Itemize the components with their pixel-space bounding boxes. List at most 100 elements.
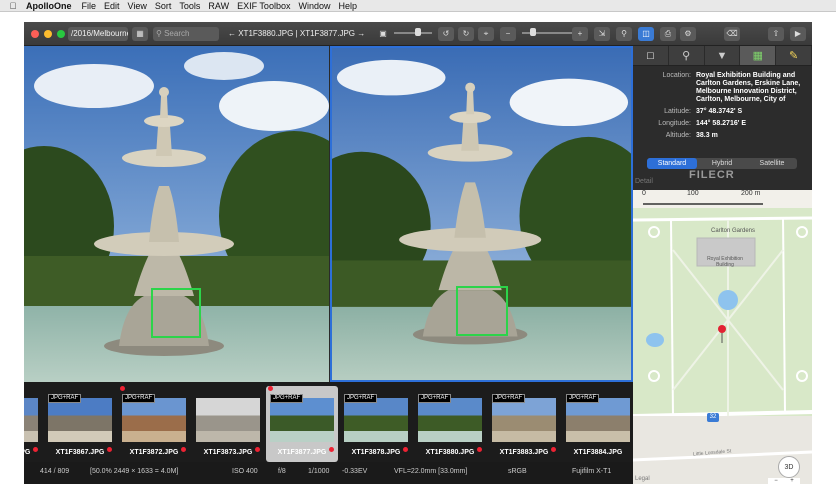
zoom-tool-icon[interactable]: ⚲ — [616, 27, 632, 41]
filmstrip-thumb[interactable]: JPG+RAF XT1F3877.JPG — [266, 386, 338, 462]
apple-icon[interactable]:  — [0, 1, 26, 11]
tab-document-icon[interactable]: □ — [633, 46, 669, 65]
minimize-window-button[interactable] — [44, 29, 52, 38]
zoom-in-icon[interactable]: + — [572, 27, 588, 41]
status-focal: VFL=22.0mm [33.0mm] — [394, 468, 468, 475]
filmstrip-thumb[interactable]: JPG+RAF XT1F3884.JPG — [562, 386, 633, 462]
settings-icon[interactable]: ⚙ — [680, 27, 696, 41]
filmstrip-thumb[interactable]: XT1F3873.JPG — [192, 386, 264, 462]
thumbnail-image — [196, 398, 260, 442]
map-3d-button[interactable]: 3D — [778, 456, 800, 478]
fit-screen-icon[interactable]: ⇲ — [594, 27, 610, 41]
close-window-button[interactable] — [31, 29, 39, 38]
tab-search-icon[interactable]: ⚲ — [669, 46, 705, 65]
menu-app[interactable]: ApolloOne — [26, 1, 82, 11]
thumbnail-image — [270, 398, 334, 442]
filmstrip-thumb[interactable]: JPG+RAF XT1F3867.JPG — [44, 386, 116, 462]
grid-view-icon[interactable]: ▦ — [132, 27, 148, 41]
share-icon[interactable]: ⇧ — [768, 27, 784, 41]
crop-icon[interactable]: ⌖ — [478, 27, 494, 41]
detail-tab[interactable]: Detail — [635, 178, 653, 185]
location-pin-icon — [329, 447, 334, 452]
map-mode-standard[interactable]: Standard — [647, 158, 697, 169]
status-iso: ISO 400 — [232, 468, 258, 475]
status-aperture: f/8 — [278, 468, 286, 475]
thumbnail-image — [492, 398, 556, 442]
brightness-slider[interactable] — [394, 32, 432, 34]
export-icon[interactable]: ⎙ — [660, 27, 676, 41]
menu-view[interactable]: View — [128, 1, 155, 11]
tab-map-icon[interactable]: ▦ — [740, 46, 777, 65]
toolbar: /2016/Melbourne ▦ ⚲ Search ← XT1F3880.JP… — [24, 22, 812, 46]
zoom-out-icon[interactable]: − — [500, 27, 516, 41]
filmstrip-thumb[interactable]: XT1F3866.JPG — [24, 386, 42, 462]
rotate-left-icon[interactable]: ↺ — [438, 27, 454, 41]
menu-exif-toolbox[interactable]: EXIF Toolbox — [237, 1, 298, 11]
map-label-gardens: Carlton Gardens — [711, 228, 756, 234]
filmstrip-thumb[interactable]: JPG+RAF XT1F3883.JPG — [488, 386, 560, 462]
scale-zero: 0 — [642, 190, 646, 197]
format-badge: JPG+RAF — [344, 394, 378, 403]
search-input[interactable]: ⚲ Search — [153, 27, 219, 41]
location-map[interactable]: 0 100 200 m Carlton Gardens Royal Exhibi… — [633, 190, 812, 484]
map-zoom-out-button[interactable]: − — [774, 478, 778, 484]
inspector-panel: □ ⚲ ▼ ▦ ✎ Location: Royal Exhibition Bui… — [633, 46, 812, 484]
thumbnail-image — [122, 398, 186, 442]
slideshow-icon[interactable]: ▶ — [790, 27, 806, 41]
thumbnail-image — [344, 398, 408, 442]
status-camera: Fujifilm X-T1 — [572, 468, 612, 475]
status-colorspace: sRGB — [508, 468, 527, 475]
zoom-window-button[interactable] — [57, 29, 65, 38]
location-pin-icon — [477, 447, 482, 452]
map-mode-satellite[interactable]: Satellite — [747, 158, 797, 169]
tab-filter-icon[interactable]: ▼ — [705, 46, 741, 65]
filmstrip-thumb[interactable]: JPG+RAF XT1F3878.JPG — [340, 386, 412, 462]
status-dimensions: [50.0% 2449 × 1633 = 4.0M] — [90, 468, 179, 475]
map-legal-link[interactable]: Legal — [635, 476, 650, 482]
thumbnail-filename: XT1F3877.JPG — [277, 449, 327, 456]
thumbnail-filename: XT1F3884.JPG — [573, 449, 623, 456]
location-pin-icon — [107, 447, 112, 452]
scale-mid: 100 — [687, 190, 699, 197]
filmstrip-thumb[interactable]: JPG+RAF XT1F3872.JPG — [118, 386, 190, 462]
menu-tools[interactable]: Tools — [179, 1, 208, 11]
folder-path[interactable]: /2016/Melbourne — [68, 27, 128, 41]
focus-point-box — [151, 288, 201, 338]
menu-sort[interactable]: Sort — [155, 1, 180, 11]
map-zoom-controls: − + — [768, 478, 800, 484]
menu-file[interactable]: File — [82, 1, 105, 11]
rotate-right-icon[interactable]: ↻ — [458, 27, 474, 41]
format-badge: JPG+RAF — [48, 394, 82, 403]
scale-end: 200 m — [741, 190, 761, 197]
filmstrip: XT1F3866.JPG JPG+RAF XT1F3867.JPG JPG+RAF XT… — [24, 382, 633, 462]
menu-raw[interactable]: RAW — [208, 1, 237, 11]
menu-help[interactable]: Help — [338, 1, 365, 11]
status-bar: 414 / 809 [50.0% 2449 × 1633 = 4.0M] ISO… — [24, 462, 633, 484]
search-icon: ⚲ — [156, 29, 162, 38]
tab-notes-icon[interactable]: ✎ — [776, 46, 812, 65]
location-pin-icon — [255, 447, 260, 452]
longitude-row: Longitude: 144° 58.2716' E — [633, 120, 812, 128]
map-zoom-in-button[interactable]: + — [790, 478, 794, 484]
compare-icon[interactable]: ◫ — [638, 27, 654, 41]
brightness-slider-knob[interactable] — [415, 28, 421, 36]
format-badge: JPG+RAF — [566, 394, 600, 403]
location-value: Royal Exhibition Building and Carlton Ga… — [696, 72, 801, 103]
menu-window[interactable]: Window — [298, 1, 338, 11]
app-window: /2016/Melbourne ▦ ⚲ Search ← XT1F3880.JP… — [24, 22, 812, 484]
filmstrip-thumb[interactable]: JPG+RAF XT1F3880.JPG — [414, 386, 486, 462]
location-row: Location: Royal Exhibition Building and … — [633, 72, 812, 104]
thumbnail-filename: XT1F3878.JPG — [351, 449, 401, 456]
compare-layout-icon[interactable]: ▣ — [376, 27, 390, 41]
thumbnail-filename: XT1F3880.JPG — [425, 449, 475, 456]
image-pane-left[interactable] — [24, 46, 329, 382]
zoom-slider-knob[interactable] — [530, 28, 536, 36]
image-pane-right[interactable] — [330, 46, 633, 382]
image-pair-title[interactable]: ← XT1F3880.JPG | XT1F3877.JPG → — [228, 27, 365, 41]
map-mode-hybrid[interactable]: Hybrid — [697, 158, 747, 169]
location-info: Location: Royal Exhibition Building and … — [633, 66, 812, 140]
format-badge: JPG+RAF — [122, 394, 156, 403]
menu-edit[interactable]: Edit — [104, 1, 128, 11]
thumbnail-filename: XT1F3883.JPG — [499, 449, 549, 456]
trash-icon[interactable]: ⌫ — [724, 27, 740, 41]
